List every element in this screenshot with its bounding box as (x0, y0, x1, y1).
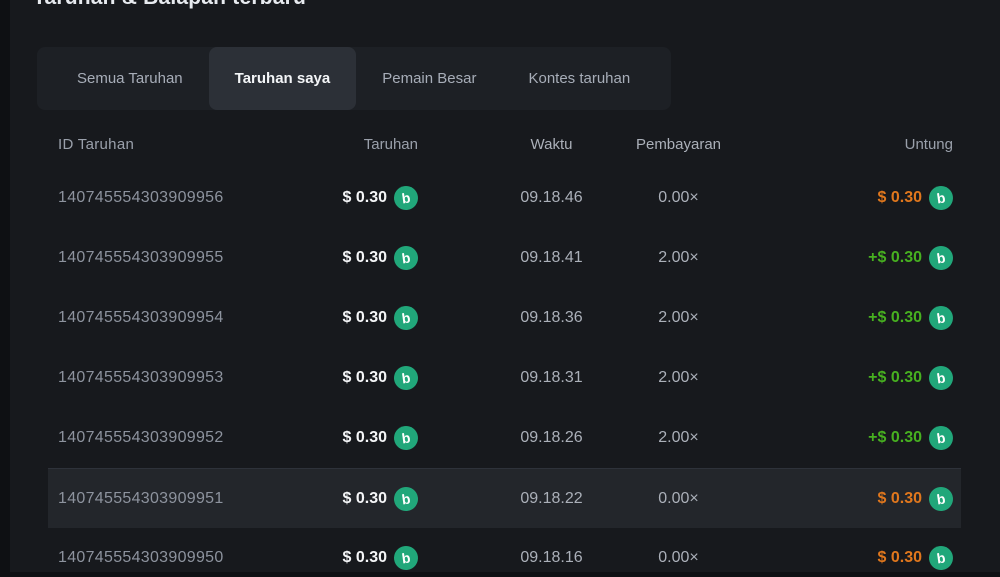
coin-icon: b (927, 364, 954, 391)
cell-bet-id: 140745554303909955 (48, 249, 328, 267)
cell-bet-amount: $ 0.30 b (328, 366, 418, 390)
cell-time: 09.18.36 (488, 309, 615, 327)
table-row[interactable]: 140745554303909952 $ 0.30 b 09.18.26 2.0… (48, 408, 961, 468)
bet-amount-text: $ 0.30 (343, 309, 387, 327)
table-row-highlighted[interactable]: 140745554303909951 $ 0.30 b 09.18.22 0.0… (48, 468, 961, 528)
cell-time: 09.18.41 (488, 249, 615, 267)
cell-payout: 0.00× (615, 490, 742, 508)
profit-amount-text: +$ 0.30 (868, 249, 922, 267)
tab-pemain-besar[interactable]: Pemain Besar (356, 47, 502, 110)
coin-icon: b (392, 544, 419, 571)
profit-amount-text: $ 0.30 (878, 490, 922, 508)
cell-time: 09.18.31 (488, 369, 615, 387)
coin-icon: b (392, 244, 419, 271)
cell-payout: 2.00× (615, 249, 742, 267)
cell-time: 09.18.22 (488, 490, 615, 508)
profit-amount-text: $ 0.30 (878, 189, 922, 207)
cell-bet-id: 140745554303909956 (48, 189, 328, 207)
cell-bet-amount: $ 0.30 b (328, 487, 418, 511)
bet-amount-text: $ 0.30 (343, 249, 387, 267)
tab-taruhan-saya[interactable]: Taruhan saya (209, 47, 357, 110)
bet-amount-text: $ 0.30 (343, 189, 387, 207)
bet-amount-text: $ 0.30 (343, 490, 387, 508)
header-pembayaran: Pembayaran (615, 136, 742, 153)
bet-amount-text: $ 0.30 (343, 549, 387, 567)
section-title-clip: Taruhan & Balapan terbaru (33, 0, 533, 9)
coin-icon: b (927, 184, 954, 211)
cell-time: 09.18.46 (488, 189, 615, 207)
bet-amount-text: $ 0.30 (343, 429, 387, 447)
coin-icon: b (927, 485, 954, 512)
profit-amount-text: +$ 0.30 (868, 309, 922, 327)
coin-icon: b (392, 304, 419, 331)
coin-icon: b (927, 304, 954, 331)
table-row[interactable]: 140745554303909954 $ 0.30 b 09.18.36 2.0… (48, 288, 961, 348)
cell-profit: +$ 0.30 b (742, 426, 961, 450)
profit-amount-text: $ 0.30 (878, 549, 922, 567)
cell-profit: $ 0.30 b (742, 487, 961, 511)
cell-bet-id: 140745554303909951 (48, 490, 328, 508)
table-row[interactable]: 140745554303909953 $ 0.30 b 09.18.31 2.0… (48, 348, 961, 408)
profit-amount-text: +$ 0.30 (868, 429, 922, 447)
cell-bet-amount: $ 0.30 b (328, 426, 418, 450)
profit-amount-text: +$ 0.30 (868, 369, 922, 387)
table-row[interactable]: 140745554303909956 $ 0.30 b 09.18.46 0.0… (48, 168, 961, 228)
page-edge-bottom (0, 572, 1000, 577)
tab-kontes-taruhan[interactable]: Kontes taruhan (502, 47, 656, 110)
page-title: Taruhan & Balapan terbaru (33, 0, 533, 9)
coin-icon: b (927, 244, 954, 271)
cell-bet-amount: $ 0.30 b (328, 246, 418, 270)
table-row[interactable]: 140745554303909950 $ 0.30 b 09.18.16 0.0… (48, 528, 961, 577)
header-id-taruhan: ID Taruhan (48, 136, 328, 153)
cell-profit: +$ 0.30 b (742, 246, 961, 270)
cell-payout: 0.00× (615, 549, 742, 567)
cell-bet-amount: $ 0.30 b (328, 306, 418, 330)
cell-bet-id: 140745554303909950 (48, 549, 328, 567)
tabs-bar: Semua Taruhan Taruhan saya Pemain Besar … (37, 47, 671, 110)
page-edge-left (0, 0, 10, 577)
bets-table: ID Taruhan Taruhan Waktu Pembayaran Untu… (48, 120, 961, 577)
cell-time: 09.18.16 (488, 549, 615, 567)
table-row[interactable]: 140745554303909955 $ 0.30 b 09.18.41 2.0… (48, 228, 961, 288)
cell-payout: 2.00× (615, 369, 742, 387)
cell-profit: +$ 0.30 b (742, 366, 961, 390)
cell-bet-id: 140745554303909952 (48, 429, 328, 447)
cell-bet-amount: $ 0.30 b (328, 186, 418, 210)
cell-payout: 2.00× (615, 309, 742, 327)
coin-icon: b (392, 424, 419, 451)
cell-time: 09.18.26 (488, 429, 615, 447)
cell-payout: 2.00× (615, 429, 742, 447)
header-untung: Untung (742, 136, 961, 153)
table-header: ID Taruhan Taruhan Waktu Pembayaran Untu… (48, 120, 961, 168)
bets-section: Taruhan & Balapan terbaru Semua Taruhan … (0, 0, 1000, 577)
coin-icon: b (927, 424, 954, 451)
tab-semua-taruhan[interactable]: Semua Taruhan (51, 47, 209, 110)
header-waktu: Waktu (488, 136, 615, 153)
cell-profit: $ 0.30 b (742, 546, 961, 570)
coin-icon: b (392, 485, 419, 512)
cell-payout: 0.00× (615, 189, 742, 207)
cell-profit: $ 0.30 b (742, 186, 961, 210)
cell-bet-id: 140745554303909953 (48, 369, 328, 387)
cell-profit: +$ 0.30 b (742, 306, 961, 330)
cell-bet-id: 140745554303909954 (48, 309, 328, 327)
coin-icon: b (392, 364, 419, 391)
header-taruhan: Taruhan (328, 136, 418, 153)
coin-icon: b (927, 544, 954, 571)
bet-amount-text: $ 0.30 (343, 369, 387, 387)
coin-icon: b (392, 184, 419, 211)
cell-bet-amount: $ 0.30 b (328, 546, 418, 570)
